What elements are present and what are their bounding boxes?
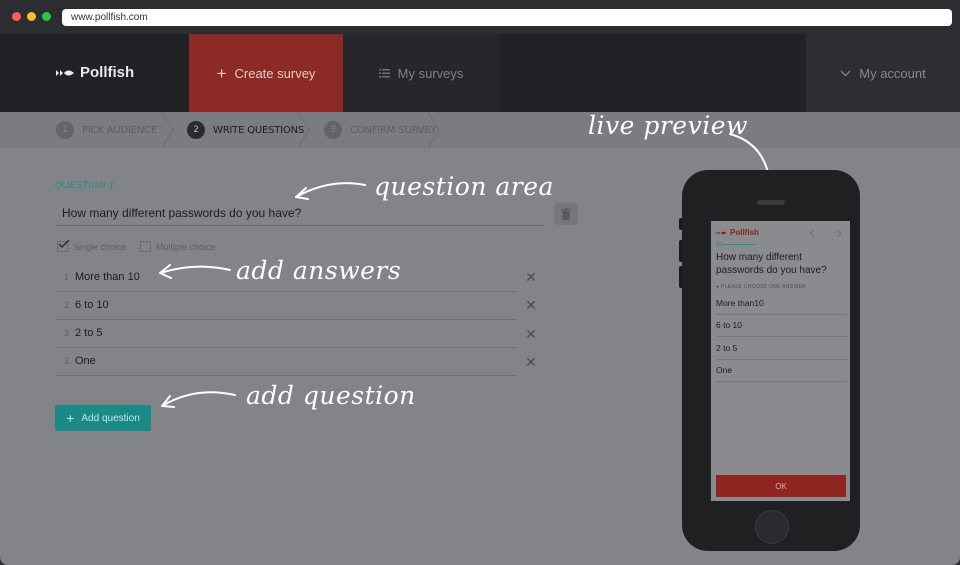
phone-side-button [679, 266, 682, 288]
arrow-add-answers [159, 265, 231, 274]
preview-progress-bar [723, 244, 755, 245]
preview-hint-text: PLEASE CHOOSE ONE ANSWER [721, 284, 807, 290]
preview-option[interactable]: More than10 [716, 292, 847, 315]
annotation-add-answers: add answers [236, 256, 402, 285]
browser-window: www.pollfish.com Pollfish + Create surve… [0, 0, 960, 565]
preview-hint: ● PLEASE CHOOSE ONE ANSWER [716, 284, 807, 290]
phone-speaker [757, 200, 785, 205]
phone-home-button [755, 510, 789, 544]
preview-option[interactable]: One [716, 359, 847, 382]
preview-progress-label: 1/1 [716, 242, 723, 248]
arrow-add-question [161, 391, 236, 407]
preview-logo: Pollfish [716, 228, 759, 237]
phone-side-button [679, 240, 682, 262]
preview-question: How many different passwords do you have… [716, 252, 827, 276]
arrow-question-area [295, 182, 366, 198]
preview-option[interactable]: 2 to 5 [716, 337, 847, 360]
preview-logo-text: Pollfish [730, 228, 759, 237]
fish-logo-icon [716, 230, 727, 235]
annotation-question-area: question area [374, 172, 554, 201]
preview-ok-button[interactable]: OK [716, 475, 846, 497]
preview-nav-arrows-icon [809, 229, 842, 238]
annotation-live-preview: live preview [588, 111, 748, 140]
preview-option[interactable]: 6 to 10 [716, 314, 847, 337]
annotation-add-question: add question [246, 381, 416, 410]
phone-side-button [679, 218, 682, 230]
